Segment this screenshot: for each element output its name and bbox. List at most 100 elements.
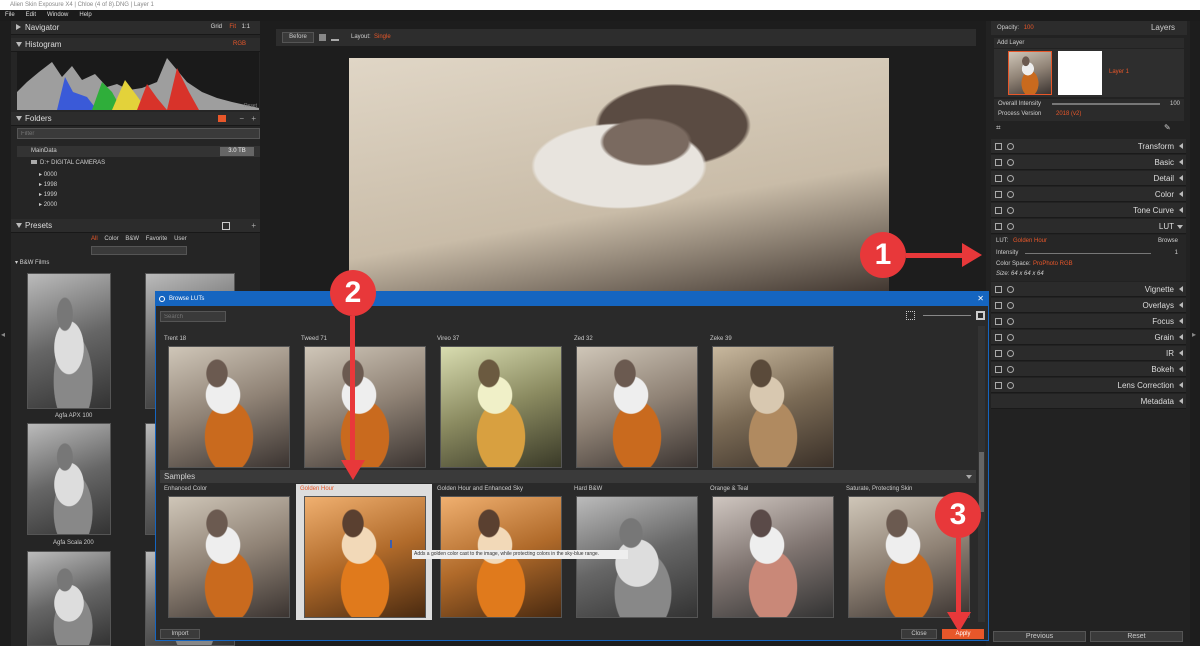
menu-file[interactable]: File: [5, 12, 15, 18]
histogram-mode[interactable]: RGB: [233, 38, 246, 51]
tab-bw[interactable]: B&W: [125, 236, 139, 242]
visibility-icon[interactable]: [995, 302, 1002, 309]
folders-header[interactable]: Folders − +: [11, 112, 260, 126]
visibility-icon[interactable]: [995, 191, 1002, 198]
opacity-select[interactable]: 100: [1024, 25, 1034, 31]
tab-all[interactable]: All: [91, 236, 98, 242]
visibility-icon[interactable]: [995, 286, 1002, 293]
reset-icon[interactable]: [1007, 334, 1014, 341]
folder-drive[interactable]: D:+ DIGITAL CAMERAS: [31, 160, 105, 166]
reset-icon[interactable]: [1007, 207, 1014, 214]
visibility-icon[interactable]: [995, 175, 1002, 182]
module-ir[interactable]: IR: [991, 346, 1186, 361]
lut-select[interactable]: Golden Hour: [1013, 238, 1047, 244]
visibility-icon[interactable]: [995, 143, 1002, 150]
tab-color[interactable]: Color: [104, 236, 118, 242]
navigator-header[interactable]: Navigator Grid Fit 1:1: [11, 21, 260, 35]
thumbnail-size-slider[interactable]: [923, 315, 971, 316]
overall-intensity-slider[interactable]: [1052, 103, 1160, 105]
reset-icon[interactable]: [1007, 382, 1014, 389]
crop-icon[interactable]: ⌗: [996, 123, 1001, 133]
previous-button[interactable]: Previous: [993, 631, 1086, 642]
color-space-select[interactable]: ProPhoto RGB: [1033, 261, 1073, 267]
before-button[interactable]: Before: [282, 32, 314, 43]
module-vignette[interactable]: Vignette: [991, 282, 1186, 297]
reset-icon[interactable]: [1007, 318, 1014, 325]
preset-thumbnail[interactable]: [27, 423, 111, 535]
small-grid-icon[interactable]: [906, 311, 915, 320]
module-bokeh[interactable]: Bokeh: [991, 362, 1186, 377]
visibility-icon[interactable]: [995, 223, 1002, 230]
right-panel-toggle-icon[interactable]: ▸: [1192, 330, 1196, 339]
reset-icon[interactable]: [1007, 143, 1014, 150]
folder-icon[interactable]: [218, 115, 226, 122]
sample-thumbnail[interactable]: [168, 496, 290, 618]
module-color[interactable]: Color: [991, 187, 1186, 202]
browse-button[interactable]: Browse: [1158, 238, 1178, 244]
visibility-icon[interactable]: [995, 318, 1002, 325]
lut-thumbnail[interactable]: [304, 346, 426, 468]
layer-name[interactable]: Layer 1: [1109, 69, 1129, 75]
large-grid-icon[interactable]: [976, 311, 985, 320]
lut-search-input[interactable]: [160, 311, 226, 322]
remove-folder-button[interactable]: −: [239, 112, 244, 125]
presets-header[interactable]: Presets +: [11, 219, 260, 233]
folder-root[interactable]: MainData 3.0 TB: [17, 146, 260, 157]
add-preset-button[interactable]: +: [251, 219, 256, 232]
grid-toggle[interactable]: Grid: [211, 21, 222, 34]
preset-group[interactable]: ▾ B&W Films: [15, 259, 49, 266]
menu-edit[interactable]: Edit: [26, 12, 36, 18]
visibility-icon[interactable]: [995, 159, 1002, 166]
import-button[interactable]: Import: [160, 629, 200, 639]
folder-item[interactable]: ▸ 1999: [39, 190, 57, 200]
module-lens-correction[interactable]: Lens Correction: [991, 378, 1186, 393]
sample-thumbnail[interactable]: [712, 496, 834, 618]
menu-window[interactable]: Window: [47, 12, 68, 18]
visibility-icon[interactable]: [995, 207, 1002, 214]
left-panel-toggle-icon[interactable]: ◂: [1, 330, 5, 339]
lut-thumbnail[interactable]: [712, 346, 834, 468]
module-lut[interactable]: LUT: [991, 219, 1186, 234]
reset-icon[interactable]: [1007, 159, 1014, 166]
split-icon[interactable]: [331, 34, 339, 41]
reset-icon[interactable]: [1007, 286, 1014, 293]
reset-icon[interactable]: [1007, 302, 1014, 309]
scrollbar-thumb[interactable]: [979, 452, 984, 512]
menu-help[interactable]: Help: [79, 12, 91, 18]
sample-thumbnail[interactable]: [304, 496, 426, 618]
histogram-header[interactable]: Histogram RGB: [11, 38, 260, 52]
lut-thumbnail[interactable]: [576, 346, 698, 468]
visibility-icon[interactable]: [995, 350, 1002, 357]
process-version-select[interactable]: 2018 (v2): [1056, 111, 1081, 117]
add-folder-button[interactable]: +: [251, 112, 256, 125]
reset-icon[interactable]: [1007, 191, 1014, 198]
reset-icon[interactable]: [1007, 175, 1014, 182]
folder-item[interactable]: ▸ 0000: [39, 170, 57, 180]
tab-favorite[interactable]: Favorite: [146, 236, 168, 242]
reset-icon[interactable]: [1007, 350, 1014, 357]
module-grain[interactable]: Grain: [991, 330, 1186, 345]
module-metadata[interactable]: Metadata: [991, 394, 1186, 409]
grid-view-icon[interactable]: [222, 222, 230, 230]
add-layer-button[interactable]: Add Layer: [994, 38, 1184, 48]
tab-user[interactable]: User: [174, 236, 187, 242]
close-button[interactable]: Close: [901, 629, 937, 639]
visibility-icon[interactable]: [995, 366, 1002, 373]
intensity-slider[interactable]: [1025, 253, 1151, 254]
compare-icon[interactable]: [319, 34, 326, 41]
preset-thumbnail[interactable]: [27, 551, 111, 646]
module-detail[interactable]: Detail: [991, 171, 1186, 186]
lut-thumbnail[interactable]: [440, 346, 562, 468]
brush-icon[interactable]: ✎: [1164, 123, 1171, 132]
reset-icon[interactable]: [1007, 366, 1014, 373]
visibility-icon[interactable]: [995, 382, 1002, 389]
reset-button[interactable]: Reset: [1090, 631, 1183, 642]
folder-item[interactable]: ▸ 1998: [39, 180, 57, 190]
histogram-reset[interactable]: Reset: [244, 103, 257, 109]
module-focus[interactable]: Focus: [991, 314, 1186, 329]
visibility-icon[interactable]: [995, 334, 1002, 341]
preset-thumbnail[interactable]: [27, 273, 111, 409]
main-photo[interactable]: [349, 58, 889, 298]
one-to-one-toggle[interactable]: 1:1: [242, 21, 250, 34]
module-tone-curve[interactable]: Tone Curve: [991, 203, 1186, 218]
